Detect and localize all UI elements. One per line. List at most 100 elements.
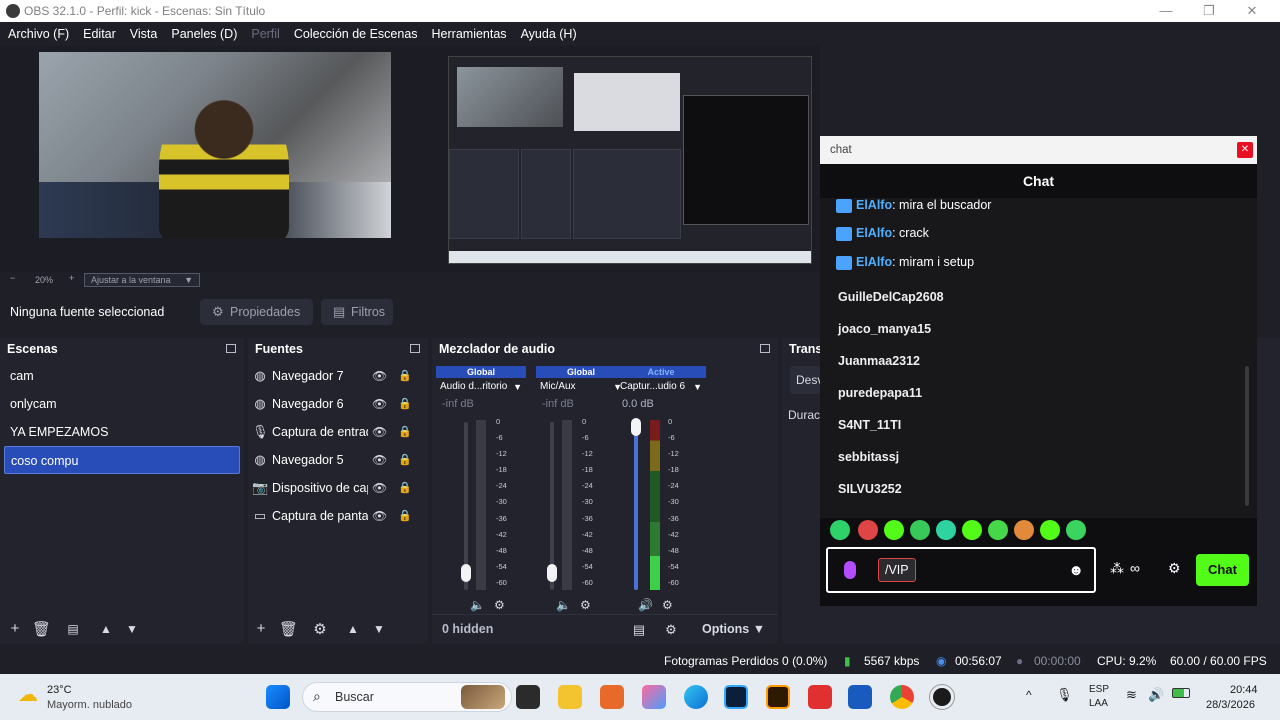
filters-button[interactable]: ▤ Filtros: [321, 299, 393, 325]
minimize-button[interactable]: —: [1156, 2, 1176, 20]
source-item[interactable]: ◍ Navegador 7 👁 🔒: [248, 362, 428, 390]
muted-speaker-icon[interactable]: 🔈: [470, 598, 485, 612]
copilot-icon[interactable]: [642, 685, 666, 709]
weather-temp[interactable]: 23°C: [47, 684, 72, 696]
emote-icon[interactable]: [936, 520, 956, 540]
lock-icon[interactable]: 🔒: [398, 446, 412, 474]
user-suggestion[interactable]: Juanmaa2312: [838, 354, 920, 368]
pdf-reader-icon[interactable]: [808, 685, 832, 709]
user-suggestion[interactable]: GuilleDelCap2608: [838, 290, 944, 304]
eye-icon[interactable]: 👁: [372, 362, 387, 390]
menu-herramientas[interactable]: Herramientas: [432, 22, 507, 46]
zoom-fit-select[interactable]: Ajustar a la ventana ▼: [84, 273, 200, 287]
lock-icon[interactable]: 🔒: [398, 418, 412, 446]
infinity-icon[interactable]: ∞: [1130, 560, 1140, 576]
volume-icon[interactable]: 🔊: [1148, 687, 1164, 703]
add-scene-button[interactable]: +: [6, 620, 24, 637]
trash-icon[interactable]: 🗑: [32, 620, 51, 638]
source-item[interactable]: ◍ Navegador 5 👁 🔒: [248, 446, 428, 474]
settings-icon[interactable]: ⚙: [580, 598, 591, 612]
emote-icon[interactable]: [1014, 520, 1034, 540]
fader-knob[interactable]: [631, 418, 641, 436]
gear-icon[interactable]: ⚙: [1168, 560, 1181, 577]
user-suggestion[interactable]: sebbitassj: [838, 450, 899, 464]
menu-perfil[interactable]: Perfil: [251, 22, 279, 46]
windows-start-icon[interactable]: [266, 685, 290, 709]
edge-icon[interactable]: [684, 685, 708, 709]
layout-icon[interactable]: ▤: [630, 622, 648, 638]
user-suggestion[interactable]: joaco_manya15: [838, 322, 931, 336]
move-down-button[interactable]: ▼: [370, 622, 388, 636]
channel-name[interactable]: Captur...udio 6 ▼: [616, 379, 706, 395]
battery-icon[interactable]: [1172, 688, 1190, 698]
taskbar-search[interactable]: ⌕ Buscar: [302, 682, 512, 712]
microphone-icon[interactable]: [844, 561, 856, 579]
advanced-audio-icon[interactable]: ⚙: [662, 622, 680, 638]
muted-speaker-icon[interactable]: 🔈: [556, 598, 571, 612]
emote-icon[interactable]: [1066, 520, 1086, 540]
move-down-button[interactable]: ▼: [123, 622, 141, 636]
channel-name[interactable]: Audio d...ritorio ▼: [436, 379, 526, 395]
weather-desc[interactable]: Mayorm. nublado: [47, 699, 132, 711]
user-suggestion[interactable]: puredepapa11: [838, 386, 922, 400]
chat-scrollbar[interactable]: [1245, 366, 1249, 506]
lock-icon[interactable]: 🔒: [398, 474, 412, 502]
scene-item-selected[interactable]: coso compu: [4, 446, 240, 474]
eye-icon[interactable]: 👁: [372, 418, 387, 446]
send-chat-button[interactable]: Chat: [1196, 554, 1249, 586]
command-chip[interactable]: /VIP: [878, 558, 916, 582]
chat-input[interactable]: /VIP ☻: [826, 547, 1096, 593]
move-up-button[interactable]: ▲: [97, 622, 115, 636]
emoji-icon[interactable]: ☻: [1068, 562, 1084, 579]
emote-icon[interactable]: [988, 520, 1008, 540]
emote-icon[interactable]: [830, 520, 850, 540]
scene-item[interactable]: cam: [0, 362, 244, 390]
illustrator-icon[interactable]: [766, 685, 790, 709]
popout-icon[interactable]: [410, 344, 420, 353]
photoshop-icon[interactable]: [724, 685, 748, 709]
options-menu[interactable]: Options ▼: [702, 622, 765, 636]
zoom-out-button[interactable]: −: [10, 273, 15, 283]
clock-date[interactable]: 28/3/2026: [1206, 699, 1255, 711]
settings-icon[interactable]: ⚙: [494, 598, 505, 612]
clock-time[interactable]: 20:44: [1230, 684, 1258, 696]
maximize-button[interactable]: ❐: [1199, 2, 1219, 20]
eye-icon[interactable]: 👁: [372, 446, 387, 474]
scene-item[interactable]: onlycam: [0, 390, 244, 418]
source-item[interactable]: 🎙 Captura de entrada 👁 🔒: [248, 418, 428, 446]
trash-icon[interactable]: 🗑: [279, 620, 298, 638]
volume-fader[interactable]: [634, 422, 638, 590]
zoom-in-button[interactable]: +: [69, 273, 74, 283]
properties-button[interactable]: ⚙ Propiedades: [200, 299, 313, 325]
menu-paneles[interactable]: Paneles (D): [171, 22, 237, 46]
popout-icon[interactable]: [226, 344, 236, 353]
obs-icon[interactable]: [930, 685, 954, 709]
channel-name[interactable]: Mic/Aux ▼: [536, 379, 626, 395]
emote-icon[interactable]: [858, 520, 878, 540]
lock-icon[interactable]: 🔒: [398, 362, 412, 390]
lock-icon[interactable]: 🔒: [398, 502, 412, 530]
emote-icon[interactable]: [1040, 520, 1060, 540]
close-button[interactable]: ✕: [1242, 2, 1262, 20]
fader-knob[interactable]: [547, 564, 557, 582]
chevron-up-icon[interactable]: ^: [1026, 688, 1032, 702]
eye-icon[interactable]: 👁: [372, 474, 387, 502]
settings-icon[interactable]: ⚙: [662, 598, 673, 612]
chrome-icon[interactable]: [890, 685, 914, 709]
wifi-icon[interactable]: ≋: [1126, 687, 1137, 703]
add-source-button[interactable]: +: [252, 620, 270, 637]
microphone-icon[interactable]: 🎙: [1056, 687, 1073, 703]
weather-icon[interactable]: ☁: [18, 682, 38, 707]
lock-icon[interactable]: 🔒: [398, 390, 412, 418]
file-explorer-icon[interactable]: [558, 685, 582, 709]
language-top[interactable]: ESP: [1089, 684, 1109, 695]
user-suggestion[interactable]: SILVU3252: [838, 482, 902, 496]
scene-filter-button[interactable]: ▤: [64, 622, 82, 636]
source-item[interactable]: 📷 Dispositivo de captura 👁 🔒: [248, 474, 428, 502]
group-icon[interactable]: ⁂: [1110, 560, 1124, 577]
eye-icon[interactable]: 👁: [372, 502, 387, 530]
source-item[interactable]: ▭ Captura de pantalla 👁 🔒: [248, 502, 428, 530]
emote-icon[interactable]: [884, 520, 904, 540]
hidden-count[interactable]: 0 hidden: [442, 622, 493, 636]
move-up-button[interactable]: ▲: [344, 622, 362, 636]
